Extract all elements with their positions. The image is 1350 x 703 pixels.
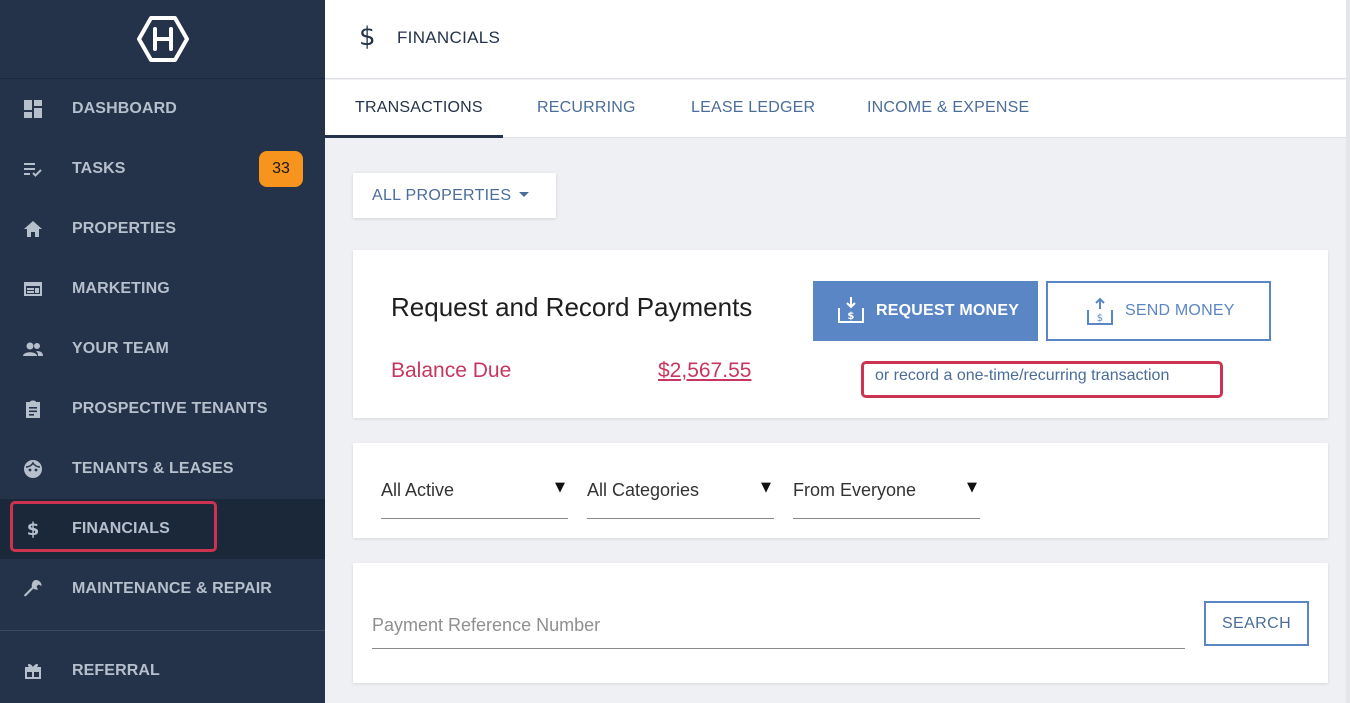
wrench-icon xyxy=(22,578,44,600)
sidebar-divider xyxy=(0,630,325,631)
sidebar-item-your-team[interactable]: YOUR TEAM xyxy=(0,319,325,379)
sidebar-item-label: TENANTS & LEASES xyxy=(72,460,234,477)
request-money-button[interactable]: $ REQUEST MONEY xyxy=(813,281,1038,341)
tab-bar: TRANSACTIONS RECURRING LEASE LEDGER INCO… xyxy=(325,80,1350,138)
sidebar-item-maintenance[interactable]: MAINTENANCE & REPAIR xyxy=(0,559,325,619)
search-card: SEARCH xyxy=(353,563,1328,683)
sidebar-item-dashboard[interactable]: DASHBOARD xyxy=(0,79,325,139)
sidebar-item-label: MAINTENANCE & REPAIR xyxy=(72,580,272,597)
record-transaction-link[interactable]: or record a one-time/recurring transacti… xyxy=(875,367,1169,385)
send-money-label: SEND MONEY xyxy=(1125,302,1235,319)
party-filter-value: From Everyone xyxy=(793,480,917,500)
sidebar-item-label: DASHBOARD xyxy=(72,100,177,117)
sidebar-item-label: PROSPECTIVE TENANTS xyxy=(72,400,268,417)
home-icon xyxy=(22,218,44,240)
sidebar-item-prospective-tenants[interactable]: PROSPECTIVE TENANTS xyxy=(0,379,325,439)
tenant-face-icon xyxy=(22,458,44,480)
property-filter-label: ALL PROPERTIES xyxy=(372,186,512,204)
category-filter-select[interactable]: All Categories ▼ xyxy=(587,478,774,519)
gift-icon xyxy=(22,660,44,682)
balance-due-amount[interactable]: $2,567.55 xyxy=(658,359,751,383)
logo[interactable] xyxy=(0,0,325,79)
dropdown-arrow-icon: ▼ xyxy=(555,480,565,495)
dashboard-icon xyxy=(22,98,44,120)
sidebar-item-label: FINANCIALS xyxy=(72,520,170,537)
tab-income-expense[interactable]: INCOME & EXPENSE xyxy=(867,80,1029,138)
payments-card: Request and Record Payments Balance Due … xyxy=(353,250,1328,418)
send-money-button[interactable]: $ SEND MONEY xyxy=(1046,281,1271,341)
search-button[interactable]: SEARCH xyxy=(1204,601,1309,646)
sidebar: DASHBOARD TASKS 33 PROPERTIES MARKETING … xyxy=(0,0,325,703)
tab-recurring[interactable]: RECURRING xyxy=(537,80,636,138)
tab-transactions[interactable]: TRANSACTIONS xyxy=(355,80,483,138)
tasks-count-badge: 33 xyxy=(259,151,303,187)
marketing-icon xyxy=(22,278,44,300)
dropdown-arrow-icon: ▼ xyxy=(967,480,977,495)
svg-text:$: $ xyxy=(1097,313,1104,324)
request-money-label: REQUEST MONEY xyxy=(876,302,1020,319)
sidebar-item-referral[interactable]: REFERRAL xyxy=(0,641,325,701)
sidebar-item-tenants-leases[interactable]: TENANTS & LEASES xyxy=(0,439,325,499)
status-filter-value: All Active xyxy=(381,480,455,500)
property-filter-dropdown[interactable]: ALL PROPERTIES xyxy=(353,173,556,218)
sidebar-item-marketing[interactable]: MARKETING xyxy=(0,259,325,319)
sidebar-item-label: REFERRAL xyxy=(72,662,160,679)
caret-down-icon xyxy=(519,192,529,197)
dropdown-arrow-icon: ▼ xyxy=(761,480,771,495)
scrollbar[interactable] xyxy=(1346,0,1350,703)
page-title: FINANCIALS xyxy=(397,28,501,47)
active-tab-indicator xyxy=(325,135,503,138)
dollar-icon: $ xyxy=(26,518,40,540)
status-filter-select[interactable]: All Active ▼ xyxy=(381,478,568,519)
sidebar-item-label: TASKS xyxy=(72,160,126,177)
party-filter-select[interactable]: From Everyone ▼ xyxy=(793,478,980,519)
sidebar-item-properties[interactable]: PROPERTIES xyxy=(0,199,325,259)
balance-due-label: Balance Due xyxy=(391,359,512,382)
svg-text:$: $ xyxy=(847,311,854,322)
tasks-icon xyxy=(22,158,44,180)
clipboard-icon xyxy=(22,398,44,420)
page-header: $ FINANCIALS xyxy=(325,0,1350,79)
team-icon xyxy=(22,338,44,360)
payments-title: Request and Record Payments xyxy=(391,292,753,322)
sidebar-item-financials[interactable]: $ FINANCIALS xyxy=(0,499,325,559)
tab-lease-ledger[interactable]: LEASE LEDGER xyxy=(691,80,815,138)
payment-reference-input[interactable] xyxy=(372,603,1185,649)
sidebar-item-label: MARKETING xyxy=(72,280,170,297)
send-money-icon: $ xyxy=(1087,297,1113,325)
sidebar-item-label: YOUR TEAM xyxy=(72,340,169,357)
request-money-icon: $ xyxy=(838,297,864,323)
category-filter-value: All Categories xyxy=(587,480,700,500)
filters-card: All Active ▼ All Categories ▼ From Every… xyxy=(353,443,1328,538)
dollar-icon: $ xyxy=(359,22,376,52)
sidebar-item-label: PROPERTIES xyxy=(72,220,177,237)
hexagon-h-logo-icon xyxy=(136,16,189,62)
